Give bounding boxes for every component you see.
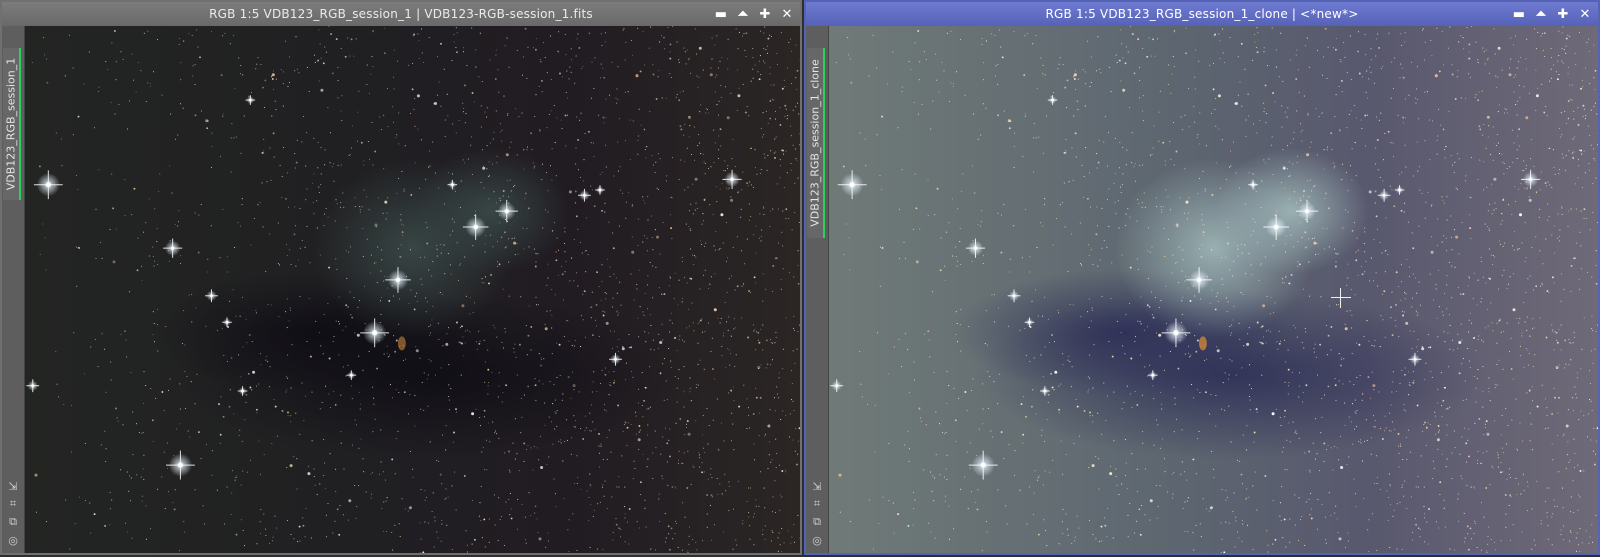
view-identifier-tab[interactable]: VDB123_RGB_session_1_clone	[807, 48, 825, 238]
view-side-tab: VDB123_RGB_session_1_clone ⇲ ⌗ ⧉ ◎	[806, 26, 829, 553]
minimize-button[interactable]: ▬	[1510, 5, 1528, 23]
fit-view-icon[interactable]: ⇲	[6, 479, 20, 493]
view-side-icons: ⇲ ⌗ ⧉ ◎	[2, 479, 24, 547]
view-side-icons: ⇲ ⌗ ⧉ ◎	[806, 479, 828, 547]
window-title: RGB 1:5 VDB123_RGB_session_1_clone | <*n…	[1045, 7, 1359, 21]
maximize-button[interactable]: ✚	[1554, 5, 1572, 23]
herbig-haro-object	[1198, 336, 1207, 351]
herbig-haro-object	[397, 336, 406, 351]
reflection-nebula	[413, 147, 569, 275]
image-viewport-clone[interactable]	[829, 26, 1598, 553]
lock-icon[interactable]: ⧉	[6, 515, 20, 529]
window-titlebar[interactable]: RGB 1:5 VDB123_RGB_session_1 | VDB123-RG…	[2, 2, 800, 26]
close-button[interactable]: ✕	[778, 5, 796, 23]
reflection-nebula	[1214, 147, 1369, 275]
zoom-icon[interactable]: ⌗	[810, 497, 824, 511]
window-controls: ▬ ⏶ ✚ ✕	[712, 2, 796, 26]
view-identifier-label: VDB123_RGB_session_1_clone	[808, 59, 822, 227]
star-field-image	[25, 26, 800, 553]
close-button[interactable]: ✕	[1576, 5, 1594, 23]
settings-icon[interactable]: ◎	[810, 533, 824, 547]
shade-button[interactable]: ⏶	[734, 5, 752, 23]
view-side-tab: VDB123_RGB_session_1 ⇲ ⌗ ⧉ ◎	[2, 26, 25, 553]
image-viewport-original[interactable]	[25, 26, 800, 553]
view-identifier-tab[interactable]: VDB123_RGB_session_1	[3, 48, 21, 200]
fit-view-icon[interactable]: ⇲	[810, 479, 824, 493]
zoom-icon[interactable]: ⌗	[6, 497, 20, 511]
window-title: RGB 1:5 VDB123_RGB_session_1 | VDB123-RG…	[209, 7, 593, 21]
window-controls: ▬ ⏶ ✚ ✕	[1510, 2, 1594, 26]
minimize-button[interactable]: ▬	[712, 5, 730, 23]
settings-icon[interactable]: ◎	[6, 533, 20, 547]
maximize-button[interactable]: ✚	[756, 5, 774, 23]
star-field-image-stretched	[829, 26, 1598, 553]
lock-icon[interactable]: ⧉	[810, 515, 824, 529]
shade-button[interactable]: ⏶	[1532, 5, 1550, 23]
workspace: RGB 1:5 VDB123_RGB_session_1 | VDB123-RG…	[0, 0, 1600, 557]
image-window-clone[interactable]: RGB 1:5 VDB123_RGB_session_1_clone | <*n…	[804, 0, 1600, 555]
window-titlebar[interactable]: RGB 1:5 VDB123_RGB_session_1_clone | <*n…	[806, 2, 1598, 26]
image-window-original[interactable]: RGB 1:5 VDB123_RGB_session_1 | VDB123-RG…	[0, 0, 802, 555]
view-identifier-label: VDB123_RGB_session_1	[4, 57, 18, 191]
